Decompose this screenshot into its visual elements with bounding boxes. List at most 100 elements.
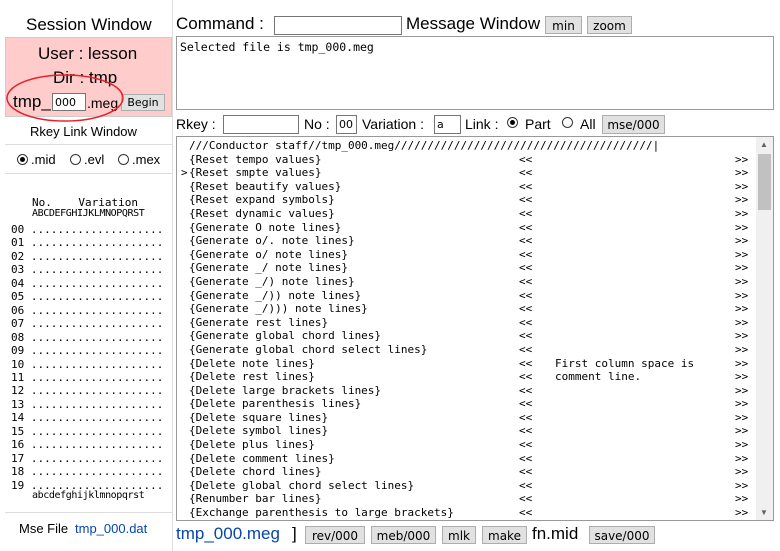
- rkey-row[interactable]: 10 ....................: [11, 358, 171, 371]
- mlk-button[interactable]: mlk: [442, 526, 476, 544]
- list-item[interactable]: {Generate _/) note lines} << >>: [181, 275, 755, 289]
- rkey-row[interactable]: 07 ....................: [11, 317, 171, 330]
- zoom-button[interactable]: zoom: [587, 16, 632, 34]
- left-arrows: <<: [519, 465, 533, 479]
- min-button[interactable]: min: [545, 16, 582, 34]
- rkey-row[interactable]: 16 ....................: [11, 438, 171, 451]
- rkey-row[interactable]: 02 ....................: [11, 250, 171, 263]
- rkey-row[interactable]: 18 ....................: [11, 465, 171, 478]
- list-item[interactable]: {Exchange parenthesis to large brackets}…: [181, 506, 755, 520]
- cursor-marker: [181, 357, 188, 371]
- scroll-down-icon[interactable]: ▼: [760, 508, 768, 517]
- list-item[interactable]: {Generate rest lines} << >>: [181, 316, 755, 330]
- rkey-label: Rkey :: [176, 116, 216, 132]
- rkey-row[interactable]: 15 ....................: [11, 425, 171, 438]
- no-label: No :: [304, 116, 330, 132]
- list-item[interactable]: {Delete global chord select lines} << >>: [181, 479, 755, 493]
- rev-button[interactable]: rev/000: [305, 526, 365, 544]
- list-item[interactable]: {Reset beautify values} << >>: [181, 180, 755, 194]
- list-item[interactable]: {Reset expand symbols} << >>: [181, 193, 755, 207]
- rkey-row[interactable]: 17 ....................: [11, 452, 171, 465]
- part-label: Part: [525, 116, 551, 132]
- radio-part[interactable]: [507, 117, 518, 128]
- item-text: {Generate o/. note lines}: [189, 234, 355, 248]
- rkey-row[interactable]: 05 ....................: [11, 290, 171, 303]
- mse-file-link[interactable]: tmp_000.dat: [75, 521, 147, 536]
- item-text: {Generate o/ note lines}: [189, 247, 348, 261]
- scroll-thumb[interactable]: [758, 154, 771, 210]
- list-item[interactable]: {Generate o/ note lines} << >>: [181, 248, 755, 262]
- left-arrows: <<: [519, 342, 533, 356]
- rkey-input[interactable]: [223, 115, 299, 134]
- grid-header-letters: ABCDEFGHIJKLMNOPQRST: [32, 208, 145, 219]
- cursor-marker: [181, 411, 188, 425]
- right-arrows: >>: [735, 206, 749, 220]
- right-arrows: >>: [735, 302, 749, 316]
- mse-button[interactable]: mse/000: [602, 115, 665, 134]
- radio-all[interactable]: [562, 117, 573, 128]
- link-label: Link :: [465, 116, 499, 132]
- item-text: {Generate _/)) note lines}: [189, 288, 362, 302]
- right-arrows: >>: [735, 451, 749, 465]
- rkey-row[interactable]: 14 ....................: [11, 411, 171, 424]
- begin-button[interactable]: Begin: [121, 94, 165, 111]
- rkey-row[interactable]: 12 ....................: [11, 384, 171, 397]
- cursor-marker: [181, 370, 188, 384]
- list-item[interactable]: {Delete parenthesis lines} << >>: [181, 397, 755, 411]
- rkey-row[interactable]: 01 ....................: [11, 236, 171, 249]
- right-arrows: >>: [735, 424, 749, 438]
- list-item[interactable]: {Delete note lines} << First column space …: [181, 357, 755, 371]
- edit-textarea[interactable]: ///Conductor staff//tmp_000.meg/////////…: [176, 136, 774, 521]
- list-item[interactable]: {Generate global chord select lines} << >>: [181, 343, 755, 357]
- rkey-row[interactable]: 00 ....................: [11, 223, 171, 236]
- item-text: {Generate _/))) note lines}: [189, 302, 368, 316]
- meb-button[interactable]: meb/000: [371, 526, 436, 544]
- left-arrows: <<: [519, 424, 533, 438]
- item-text: {Reset smpte values}: [189, 166, 322, 180]
- list-item[interactable]: {Generate _/))) note lines} << >>: [181, 302, 755, 316]
- command-input[interactable]: [274, 16, 402, 35]
- make-button[interactable]: make: [482, 526, 527, 544]
- cursor-marker: [181, 479, 188, 493]
- list-item[interactable]: {Generate _/ note lines} << >>: [181, 261, 755, 275]
- list-item[interactable]: {Reset dynamic values} << >>: [181, 207, 755, 221]
- rkey-row[interactable]: 13 ....................: [11, 398, 171, 411]
- radio-evl[interactable]: [70, 154, 81, 165]
- left-arrows: <<: [519, 397, 533, 411]
- rkey-row[interactable]: 11 ....................: [11, 371, 171, 384]
- rkey-grid: 00 .................... 01 .............…: [11, 223, 171, 492]
- list-item[interactable]: {Delete rest lines} << comment line. >>: [181, 370, 755, 384]
- no-input[interactable]: 00: [336, 115, 357, 134]
- rkey-row[interactable]: 08 ....................: [11, 331, 171, 344]
- rkey-row[interactable]: 03 ....................: [11, 263, 171, 276]
- list-item[interactable]: {Delete plus lines} << >>: [181, 438, 755, 452]
- list-item[interactable]: {Generate O note lines} << >>: [181, 221, 755, 235]
- list-item[interactable]: {Delete symbol lines} << >>: [181, 424, 755, 438]
- message-textarea[interactable]: Selected file is tmp_000.meg: [176, 36, 774, 110]
- item-text: {Generate _/ note lines}: [189, 261, 348, 275]
- list-item[interactable]: {Renumber bar lines} << >>: [181, 492, 755, 506]
- meg-file-link[interactable]: tmp_000.meg: [176, 524, 280, 544]
- list-item[interactable]: {Generate o/. note lines} << >>: [181, 234, 755, 248]
- save-button[interactable]: save/000: [589, 526, 655, 544]
- radio-mid[interactable]: [17, 154, 28, 165]
- list-item[interactable]: {Generate _/)) note lines} << >>: [181, 289, 755, 303]
- list-item[interactable]: > {Reset smpte values} << >>: [181, 166, 755, 180]
- left-arrows: <<: [519, 383, 533, 397]
- right-arrows: >>: [735, 410, 749, 424]
- radio-mex[interactable]: [118, 154, 129, 165]
- rkey-row[interactable]: 04 ....................: [11, 277, 171, 290]
- list-item[interactable]: {Delete comment lines} << >>: [181, 452, 755, 466]
- right-arrows: >>: [735, 152, 749, 166]
- list-item[interactable]: {Delete large brackets lines} << >>: [181, 384, 755, 398]
- list-item[interactable]: {Generate global chord lines} << >>: [181, 329, 755, 343]
- rkey-row[interactable]: 06 ....................: [11, 304, 171, 317]
- variation-input[interactable]: a: [434, 115, 461, 134]
- right-arrows: >>: [735, 506, 749, 520]
- list-item[interactable]: {Delete chord lines} << >>: [181, 465, 755, 479]
- list-item[interactable]: {Reset tempo values} << >>: [181, 153, 755, 167]
- list-item[interactable]: {Delete square lines} << >>: [181, 411, 755, 425]
- bracket-text: ]: [292, 524, 297, 543]
- rkey-row[interactable]: 09 ....................: [11, 344, 171, 357]
- scroll-up-icon[interactable]: ▲: [760, 140, 768, 149]
